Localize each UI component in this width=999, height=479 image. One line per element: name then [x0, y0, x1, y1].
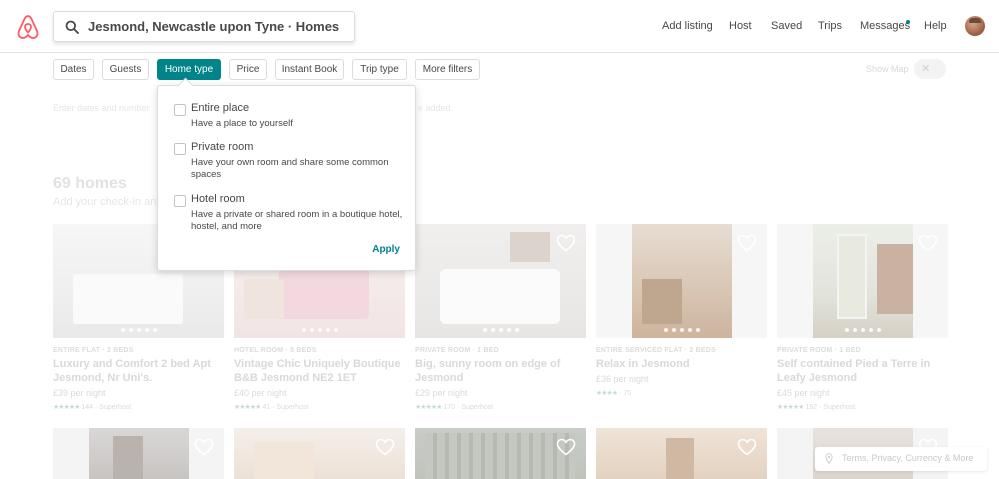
airbnb-logo-icon[interactable] [16, 14, 40, 40]
location-pin-icon [825, 453, 833, 464]
nav-trips[interactable]: Trips [818, 20, 842, 32]
nav-saved[interactable]: Saved [771, 20, 802, 32]
hotel-room-checkbox[interactable] [174, 195, 186, 207]
top-header: Jesmond, Newcastle upon Tyne · Homes Add… [0, 0, 999, 53]
rating-reviews: 41 · Superhost [262, 404, 309, 411]
heart-icon[interactable] [918, 234, 938, 252]
private-room-checkbox[interactable] [174, 143, 186, 155]
heart-icon[interactable] [737, 234, 757, 252]
heart-icon[interactable] [375, 438, 395, 456]
option-description: Have your own room and share some common… [191, 157, 389, 180]
rating-stars: ★★★★★ [415, 404, 442, 411]
listing-title[interactable]: Vintage Chic Uniquely Boutique B&B Jesmo… [234, 357, 405, 385]
option-description: Have a place to yourself [191, 118, 293, 129]
nav-host[interactable]: Host [729, 20, 752, 32]
listing-photo[interactable] [415, 428, 586, 479]
nav-add-listing[interactable]: Add listing [662, 20, 713, 32]
results-count: 69 homes [53, 175, 127, 192]
apply-button[interactable]: Apply [372, 244, 400, 255]
listing-rating: ★★★★★ 170 · Superhost [415, 403, 493, 411]
listing-price: £40 per night [234, 388, 287, 398]
heart-icon[interactable] [194, 438, 214, 456]
listing-kind: PRIVATE ROOM · 1 BED [777, 347, 861, 354]
rating-stars: ★★★★★ [53, 404, 80, 411]
listing-photo[interactable] [596, 224, 767, 338]
listing-rating: ★★★★ · 75 [596, 389, 631, 397]
nav-messages[interactable]: Messages [860, 20, 910, 32]
listing-title[interactable]: Luxury and Comfort 2 bed Apt Jesmond, Nr… [53, 357, 224, 385]
search-icon [65, 20, 79, 34]
dates-hint-text-end: e added. [418, 103, 454, 113]
terms-privacy-button[interactable]: Terms, Privacy, Currency & More [815, 447, 987, 471]
entire-place-checkbox[interactable] [174, 104, 186, 116]
rating-stars: ★★★★ [596, 390, 618, 397]
home-type-popup: Entire place Have a place to yourself Pr… [157, 85, 416, 271]
listing-photo[interactable] [53, 428, 224, 479]
rating-reviews: 144 · Superhost [81, 404, 132, 411]
rating-reviews: 192 · Superhost [805, 404, 856, 411]
show-map-label: Show Map [866, 64, 909, 74]
terms-label: Terms, Privacy, Currency & More [842, 453, 974, 463]
filter-guests[interactable]: Guests [102, 59, 149, 80]
option-description: Have a private or shared room in a bouti… [191, 209, 403, 232]
rating-stars: ★★★★★ [777, 404, 804, 411]
listing-kind: ENTIRE FLAT · 2 BEDS [53, 347, 134, 354]
search-box[interactable]: Jesmond, Newcastle upon Tyne · Homes [53, 11, 355, 42]
listing-title[interactable]: Big, sunny room on edge of Jesmond [415, 357, 586, 385]
nav-help[interactable]: Help [924, 20, 947, 32]
listing-price: £29 per night [415, 388, 468, 398]
listing-kind: HOTEL ROOM · 5 BEDS [234, 347, 317, 354]
listing-photo[interactable] [415, 224, 586, 338]
option-label[interactable]: Hotel room [191, 193, 245, 205]
close-icon: ✕ [921, 63, 931, 75]
listing-kind: PRIVATE ROOM · 1 BED [415, 347, 499, 354]
checkin-hint: Add your check-in and [53, 196, 163, 208]
listing-price: £36 per night [596, 374, 649, 384]
filter-instant-book[interactable]: Instant Book [275, 59, 344, 80]
listing-kind: ENTIRE SERVICED FLAT · 2 BEDS [596, 347, 716, 354]
listing-price: £45 per night [777, 388, 830, 398]
message-notification-dot [906, 20, 910, 24]
listing-photo[interactable] [234, 428, 405, 479]
rating-reviews: 170 · Superhost [443, 404, 494, 411]
filter-dates[interactable]: Dates [53, 59, 94, 80]
listing-rating: ★★★★★ 41 · Superhost [234, 403, 308, 411]
rating-stars: ★★★★★ [234, 404, 261, 411]
listing-title[interactable]: Relax in Jesmond [596, 357, 767, 371]
filter-price[interactable]: Price [229, 59, 267, 80]
listing-rating: ★★★★★ 192 · Superhost [777, 403, 855, 411]
heart-icon[interactable] [737, 438, 757, 456]
option-label[interactable]: Entire place [191, 102, 249, 114]
listing-photo[interactable] [777, 224, 948, 338]
search-input[interactable]: Jesmond, Newcastle upon Tyne · Homes [88, 19, 339, 34]
avatar[interactable] [965, 16, 985, 36]
heart-icon[interactable] [556, 438, 576, 456]
filter-home-type[interactable]: Home type [157, 59, 221, 80]
listing-title[interactable]: Self contained Pied a Terre in Leafy Jes… [777, 357, 948, 385]
listing-rating: ★★★★★ 144 · Superhost [53, 403, 131, 411]
rating-reviews: · 75 [619, 390, 632, 397]
filter-more-filters[interactable]: More filters [415, 59, 480, 80]
filter-trip-type[interactable]: Trip type [352, 59, 407, 80]
option-label[interactable]: Private room [191, 141, 253, 153]
listing-price: £39 per night [53, 388, 106, 398]
heart-icon[interactable] [556, 234, 576, 252]
listing-photo[interactable] [596, 428, 767, 479]
dates-hint-text: Enter dates and number [53, 103, 150, 113]
